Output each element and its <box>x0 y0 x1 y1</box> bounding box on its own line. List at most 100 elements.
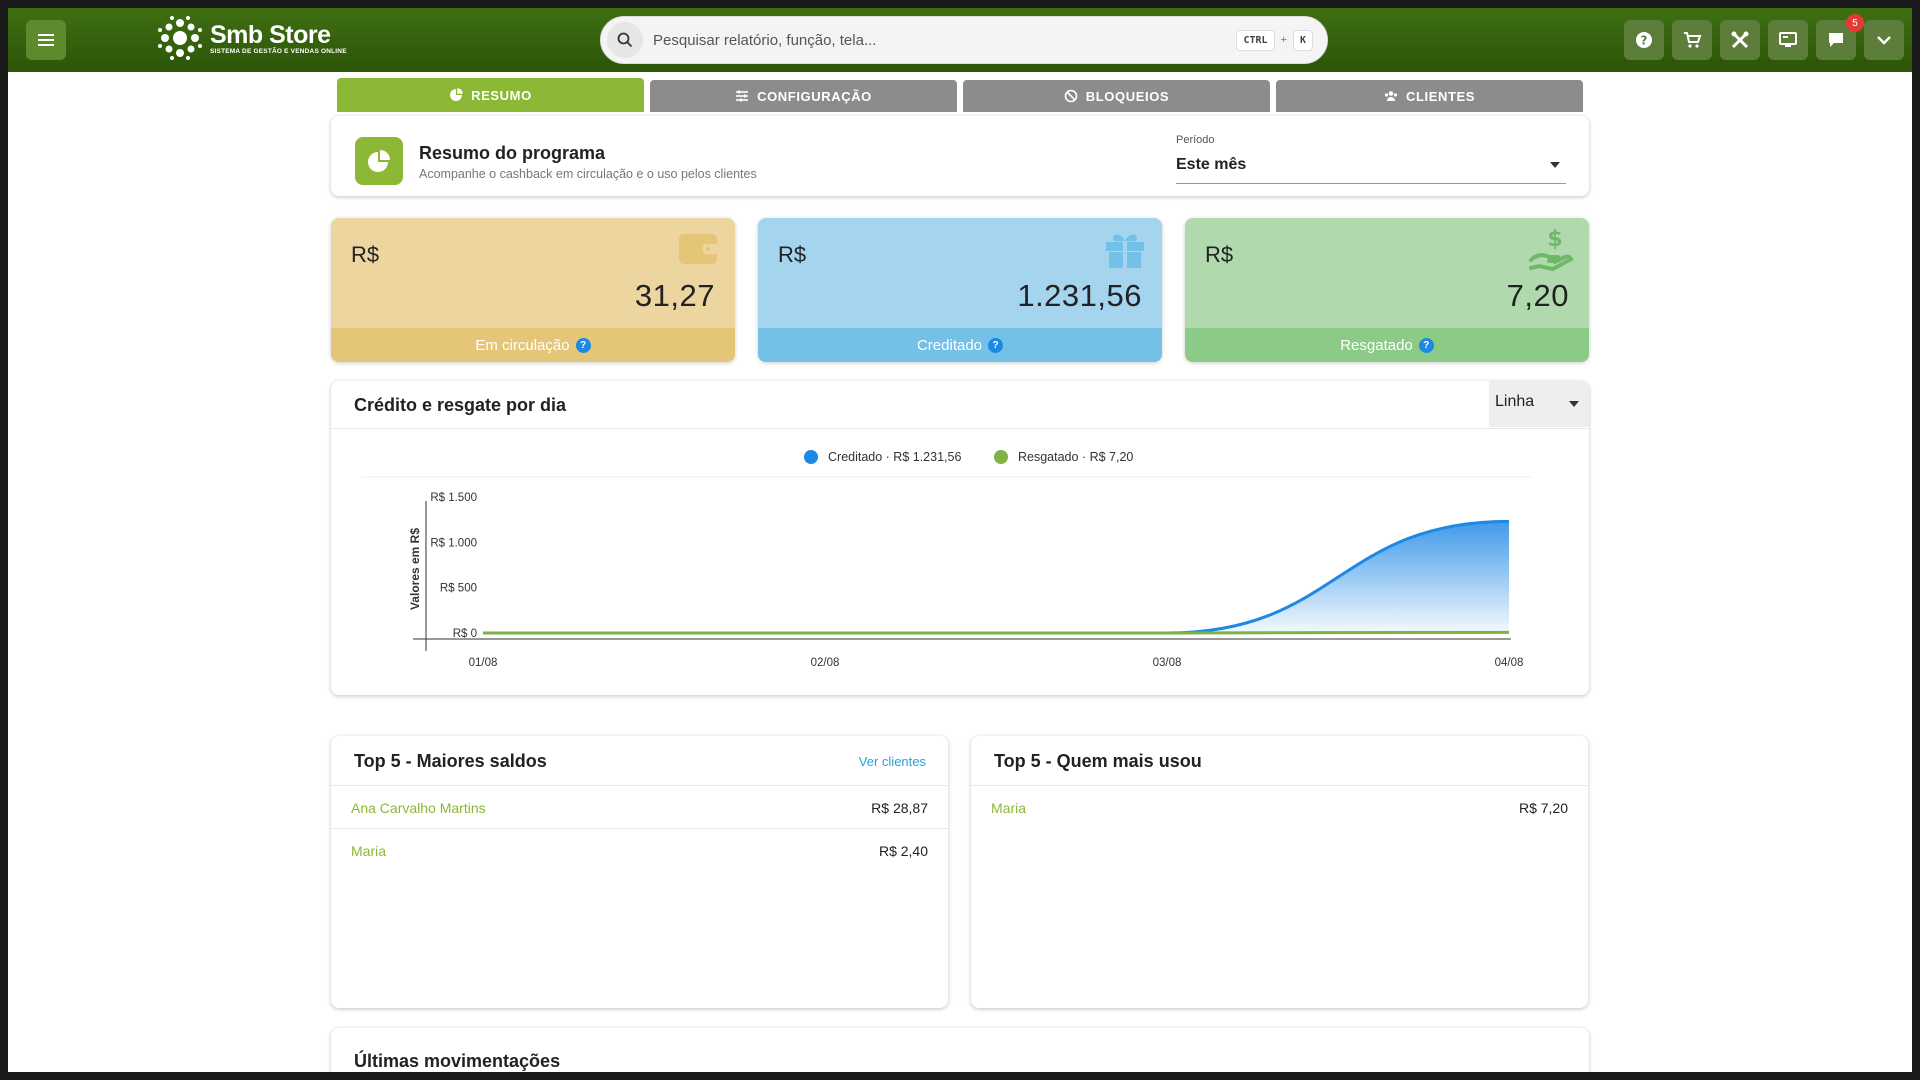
stat-footer: Creditado ? <box>758 328 1162 362</box>
y-tick-label: R$ 0 <box>453 628 477 640</box>
cart-icon <box>1684 32 1702 48</box>
users-icon <box>1384 91 1398 101</box>
help-icon[interactable]: ? <box>1418 337 1434 353</box>
y-tick-label: R$ 1.000 <box>430 537 477 549</box>
tools-button[interactable] <box>1720 20 1760 60</box>
pie-chart-icon <box>450 88 463 101</box>
period-label: Período <box>1176 134 1215 146</box>
svg-text:$: $ <box>1547 227 1562 252</box>
movements-title: Últimas movimentações <box>354 1051 561 1071</box>
brand-tagline: SISTEMA DE GESTÃO E VENDAS ONLINE <box>210 47 347 55</box>
shortcut-hint: CTRL + K <box>1236 29 1313 51</box>
tab-label: CONFIGURAÇÃO <box>757 88 872 104</box>
chart-type-select[interactable]: Linha <box>1489 381 1589 427</box>
see-clients-link[interactable]: Ver clientes <box>859 754 926 769</box>
top-balances-header: Top 5 - Maiores saldos Ver clientes <box>331 736 948 786</box>
list-item[interactable]: Maria R$ 2,40 <box>331 829 948 872</box>
help-icon[interactable]: ? <box>575 337 591 353</box>
stat-footer: Resgatado ? <box>1185 328 1589 362</box>
search-input[interactable] <box>653 31 1237 49</box>
summary-subtitle: Acompanhe o cashback em circulação e o u… <box>419 167 757 181</box>
help-button[interactable]: ? <box>1624 20 1664 60</box>
search-bar[interactable]: CTRL + K <box>600 16 1328 64</box>
client-value: R$ 28,87 <box>871 800 928 816</box>
stat-value: 7,20 <box>1506 278 1569 313</box>
pos-button[interactable] <box>1768 20 1808 60</box>
list-item[interactable]: Ana Carvalho Martins R$ 28,87 <box>331 786 948 829</box>
cart-button[interactable] <box>1672 20 1712 60</box>
app-window: Smb Store SISTEMA DE GESTÃO E VENDAS ONL… <box>8 8 1912 1072</box>
search-icon <box>617 32 633 48</box>
shortcut-key-k: K <box>1292 29 1313 51</box>
notification-badge: 5 <box>1846 14 1864 32</box>
wallet-icon <box>679 234 717 264</box>
messages-button[interactable]: 5 <box>1816 14 1864 60</box>
top-bar: Smb Store SISTEMA DE GESTÃO E VENDAS ONL… <box>8 8 1912 72</box>
period-select[interactable]: Período Este mês <box>1176 128 1566 184</box>
chart-card: Crédito e resgate por dia Linha Creditad… <box>331 381 1589 695</box>
program-summary-card: Resumo do programa Acompanhe o cashback … <box>331 116 1589 196</box>
stat-value: 1.231,56 <box>1017 278 1142 313</box>
stat-card-credited: R$ 1.231,56 Creditado ? <box>758 218 1162 362</box>
tab-resumo[interactable]: RESUMO <box>337 78 644 112</box>
legend-marker <box>804 450 818 464</box>
stat-label: Creditado <box>916 336 983 354</box>
sliders-icon <box>736 90 749 102</box>
x-tick-label: 01/08 <box>469 657 498 669</box>
movements-card: Últimas movimentações <box>331 1028 1589 1072</box>
tab-label: BLOQUEIOS <box>1085 88 1170 104</box>
help-icon[interactable]: ? <box>988 337 1004 353</box>
client-name[interactable]: Maria <box>351 843 386 859</box>
tab-configuracao[interactable]: CONFIGURAÇÃO <box>650 80 957 112</box>
x-tick-label: 04/08 <box>1495 657 1524 669</box>
stat-card-redeemed: R$ $ 7,20 Resgatado ? <box>1185 218 1589 362</box>
client-value: R$ 2,40 <box>878 843 928 859</box>
client-name[interactable]: Ana Carvalho Martins <box>351 800 486 816</box>
svg-text:?: ? <box>1641 34 1648 48</box>
summary-title: Resumo do programa <box>419 143 606 163</box>
tab-bloqueios[interactable]: BLOQUEIOS <box>963 80 1270 112</box>
stat-footer: Em circulação ? <box>331 328 735 362</box>
legend-marker <box>994 450 1008 464</box>
list-item[interactable]: Maria R$ 7,20 <box>971 786 1588 829</box>
chart-header: Crédito e resgate por dia Linha <box>331 381 1589 429</box>
period-value: Este mês <box>1176 156 1247 173</box>
chat-icon <box>1829 33 1843 47</box>
chevron-down-icon <box>1877 36 1891 45</box>
stat-card-circulation: R$ 31,27 Em circulação ? <box>331 218 735 362</box>
shortcut-plus: + <box>1280 34 1287 46</box>
shortcut-key-ctrl: CTRL <box>1236 29 1275 51</box>
ban-icon <box>1064 89 1078 103</box>
series-area-creditado <box>483 521 1509 633</box>
tab-label: RESUMO <box>471 87 532 103</box>
brand-logo[interactable]: Smb Store SISTEMA DE GESTÃO E VENDAS ONL… <box>156 14 347 62</box>
client-value: R$ 7,20 <box>1518 800 1568 816</box>
caret-down-icon <box>1550 162 1560 168</box>
tab-label: CLIENTES <box>1405 88 1476 104</box>
chart-title: Crédito e resgate por dia <box>354 395 567 415</box>
summary-pie-icon <box>355 137 403 185</box>
help-circle-icon: ? <box>1636 32 1652 48</box>
x-tick-label: 02/08 <box>811 657 840 669</box>
tab-clientes[interactable]: CLIENTES <box>1276 80 1583 112</box>
y-axis-label: Valores em R$ <box>408 528 422 610</box>
legend-label: Resgatado · R$ 7,20 <box>1018 450 1133 464</box>
stat-label: Em circulação <box>475 336 570 354</box>
stat-value: 31,27 <box>634 278 715 313</box>
top-usage-card: Top 5 - Quem mais usou Maria R$ 7,20 <box>971 736 1588 1008</box>
caret-down-icon <box>1569 401 1579 407</box>
brand-name: Smb Store <box>210 20 331 49</box>
user-menu-button[interactable] <box>1864 20 1904 60</box>
top-actions: ? 5 <box>1624 14 1904 60</box>
menu-button[interactable] <box>26 20 66 60</box>
y-tick-label: R$ 1.500 <box>430 492 477 504</box>
search-button[interactable] <box>607 22 643 58</box>
top-balances-title: Top 5 - Maiores saldos <box>354 751 547 771</box>
hand-money-icon: $ <box>1529 227 1574 272</box>
chart-plot: Creditado · R$ 1.231,56 Resgatado · R$ 7,… <box>361 450 1531 669</box>
x-tick-label: 03/08 <box>1153 657 1182 669</box>
monitor-icon <box>1779 32 1797 47</box>
gift-icon <box>1106 234 1144 268</box>
chart-type-value: Linha <box>1495 393 1535 410</box>
client-name[interactable]: Maria <box>991 800 1026 816</box>
